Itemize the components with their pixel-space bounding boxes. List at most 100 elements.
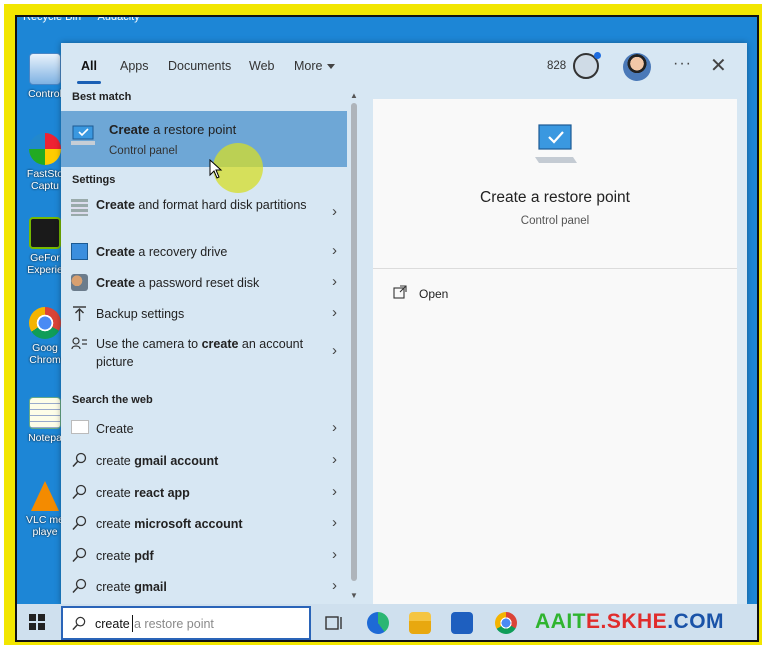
text-caret bbox=[132, 615, 133, 632]
web-item-bold: react app bbox=[134, 486, 190, 500]
notepad-icon bbox=[29, 397, 61, 429]
web-item-label: create pdf bbox=[96, 547, 318, 565]
search-icon bbox=[72, 616, 86, 631]
file-explorer-icon[interactable] bbox=[409, 612, 431, 634]
search-icon bbox=[71, 515, 88, 532]
settings-item-recovery-drive[interactable]: Create a recovery drive › bbox=[61, 239, 347, 265]
open-action[interactable]: Open bbox=[419, 287, 448, 301]
web-item-gmail[interactable]: create gmail › bbox=[61, 573, 347, 601]
taskbar-search-input[interactable]: create a restore point bbox=[61, 606, 311, 640]
chrome-icon[interactable] bbox=[495, 612, 517, 634]
web-item-react-app[interactable]: create react app › bbox=[61, 479, 347, 507]
preview-header: Create a restore point Control panel bbox=[373, 99, 737, 269]
control-panel-icon bbox=[29, 53, 61, 85]
results-scrollbar[interactable]: ▲ ▼ bbox=[349, 89, 359, 604]
preview-title: Create a restore point bbox=[480, 189, 630, 206]
web-item-pre: create bbox=[96, 486, 135, 500]
web-item-label: create gmail bbox=[96, 578, 318, 596]
search-icon bbox=[71, 452, 88, 469]
tab-more[interactable]: More bbox=[294, 59, 336, 73]
web-item-bold: gmail bbox=[134, 580, 167, 594]
web-item-pdf[interactable]: create pdf › bbox=[61, 542, 347, 570]
web-item-bold: gmail account bbox=[134, 454, 219, 468]
backup-arrow-icon bbox=[73, 306, 86, 321]
preview-subtitle: Control panel bbox=[520, 215, 590, 227]
chevron-right-icon: › bbox=[332, 273, 337, 290]
store-icon[interactable] bbox=[451, 612, 473, 634]
settings-item-bold: create bbox=[201, 337, 239, 351]
settings-item-rest: Backup settings bbox=[96, 307, 185, 321]
rewards-points: 828 bbox=[547, 60, 567, 72]
scroll-down-icon[interactable]: ▼ bbox=[350, 591, 358, 600]
chevron-right-icon: › bbox=[332, 514, 337, 531]
settings-item-rest: a recovery drive bbox=[134, 245, 228, 259]
watermark-logo: AAITE.SKHE.COM bbox=[535, 610, 725, 633]
audacity-label[interactable]: Audacity bbox=[98, 17, 140, 23]
settings-item-password-reset[interactable]: Create a password reset disk › bbox=[61, 270, 347, 296]
chevron-right-icon: › bbox=[332, 483, 337, 500]
best-match-title-bold: Create bbox=[109, 122, 150, 137]
settings-item-label: Backup settings bbox=[96, 305, 318, 323]
restore-point-large-icon bbox=[535, 124, 577, 163]
settings-item-camera-account[interactable]: Use the camera to create an account pict… bbox=[61, 332, 347, 372]
best-match-heading: Best match bbox=[72, 91, 132, 103]
tab-documents[interactable]: Documents bbox=[168, 59, 231, 73]
avatar[interactable] bbox=[623, 53, 651, 81]
web-thumbnail-icon bbox=[71, 420, 89, 434]
close-icon[interactable]: ✕ bbox=[710, 53, 727, 78]
more-options-icon[interactable]: ··· bbox=[673, 55, 692, 73]
scrollbar-thumb[interactable] bbox=[351, 103, 357, 581]
tab-more-label: More bbox=[294, 59, 323, 73]
settings-item-bold: Create bbox=[96, 198, 135, 212]
recovery-drive-icon bbox=[71, 243, 88, 260]
web-item-create[interactable]: Create › bbox=[61, 415, 347, 443]
settings-item-label: Use the camera to create an account pict… bbox=[96, 335, 318, 371]
users-icon bbox=[71, 274, 88, 291]
settings-item-label: Create and format hard disk partitions bbox=[96, 196, 318, 214]
recycle-bin-label[interactable]: Recycle Bin bbox=[23, 17, 81, 23]
search-panel: All Apps Documents Web More 828 ··· ✕ Be… bbox=[61, 43, 747, 604]
settings-heading: Settings bbox=[72, 174, 116, 186]
vlc-icon bbox=[31, 481, 59, 511]
search-web-heading: Search the web bbox=[72, 394, 153, 406]
video-frame-border: Recycle Bin Audacity Control FastSto Cap… bbox=[4, 4, 762, 645]
settings-item-rest: and format hard disk partitions bbox=[134, 198, 307, 212]
chevron-right-icon: › bbox=[332, 304, 337, 321]
tab-apps[interactable]: Apps bbox=[120, 59, 149, 73]
chrome-icon bbox=[29, 307, 61, 339]
settings-item-bold: Create bbox=[96, 276, 135, 290]
active-tab-indicator bbox=[77, 81, 101, 84]
edge-icon[interactable] bbox=[367, 612, 389, 634]
geforce-icon bbox=[29, 217, 61, 249]
web-item-microsoft-account[interactable]: create microsoft account › bbox=[61, 510, 347, 538]
web-item-pre: create bbox=[96, 580, 135, 594]
settings-item-rest: a password reset disk bbox=[134, 276, 260, 290]
tab-all[interactable]: All bbox=[81, 59, 97, 73]
task-view-icon[interactable] bbox=[323, 612, 345, 634]
settings-item-label: Create a recovery drive bbox=[96, 243, 318, 261]
faststone-icon bbox=[29, 133, 61, 165]
web-item-gmail-account[interactable]: create gmail account › bbox=[61, 447, 347, 475]
scroll-up-icon[interactable]: ▲ bbox=[350, 91, 358, 100]
web-item-bold: pdf bbox=[134, 549, 154, 563]
best-match-item[interactable]: Create a restore point Control panel bbox=[61, 111, 347, 167]
settings-item-format-disk[interactable]: Create and format hard disk partitions › bbox=[61, 193, 347, 233]
desktop: Recycle Bin Audacity Control FastSto Cap… bbox=[15, 15, 759, 642]
search-icon bbox=[71, 547, 88, 564]
chevron-down-icon bbox=[327, 64, 336, 70]
chevron-right-icon: › bbox=[332, 203, 337, 220]
desktop-top-labels: Recycle Bin Audacity bbox=[23, 17, 154, 23]
settings-item-bold: Create bbox=[96, 245, 135, 259]
restore-point-icon bbox=[71, 125, 95, 145]
windows-start-icon[interactable] bbox=[29, 614, 45, 630]
settings-item-backup[interactable]: Backup settings › bbox=[61, 301, 347, 327]
best-match-title: Create a restore point bbox=[109, 121, 331, 139]
chevron-right-icon: › bbox=[332, 577, 337, 594]
chevron-right-icon: › bbox=[332, 419, 337, 436]
search-icon bbox=[71, 484, 88, 501]
account-picture-icon bbox=[71, 337, 87, 350]
tab-web[interactable]: Web bbox=[249, 59, 274, 73]
search-autocomplete-hint: a restore point bbox=[134, 617, 214, 631]
chevron-right-icon: › bbox=[332, 451, 337, 468]
mouse-cursor-icon bbox=[209, 159, 223, 179]
